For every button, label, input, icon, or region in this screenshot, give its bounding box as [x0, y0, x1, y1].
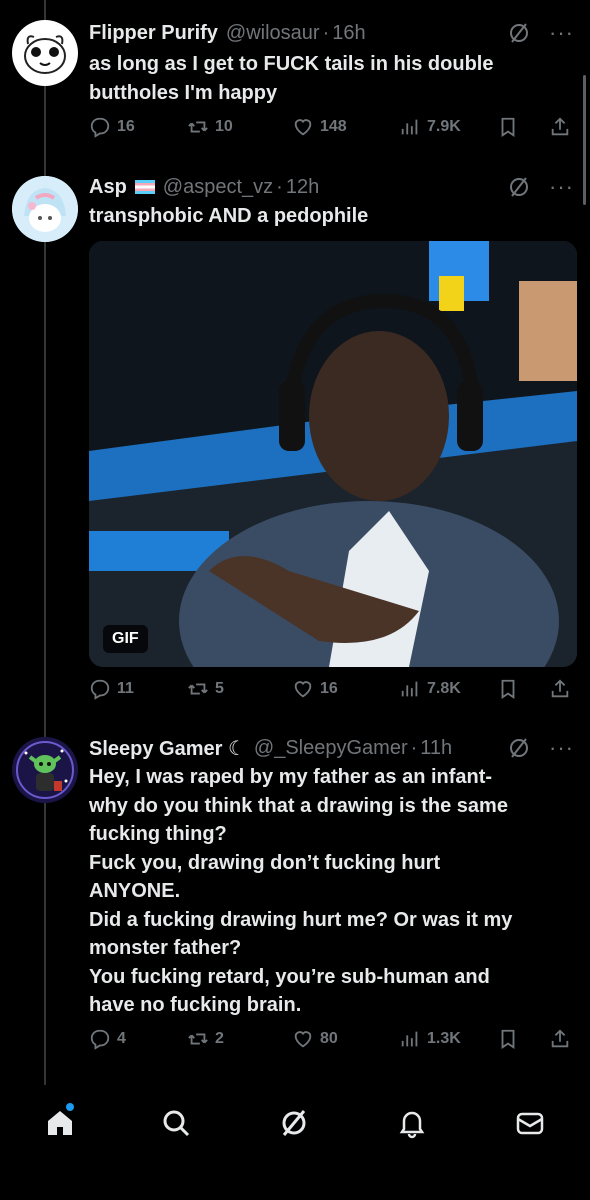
reply-icon	[90, 1029, 110, 1050]
tweet-text: Hey, I was raped by my father as an infa…	[89, 766, 513, 1016]
avatar[interactable]	[12, 737, 78, 803]
share-icon	[551, 117, 569, 136]
more-options-icon[interactable]: ···	[549, 174, 574, 200]
share-button[interactable]	[549, 1028, 577, 1050]
bookmark-button[interactable]	[497, 1028, 525, 1050]
separator: ·	[410, 736, 418, 759]
gif-image	[89, 241, 577, 667]
views-button[interactable]: 1.3K	[399, 1028, 461, 1050]
repost-button[interactable]: 2	[187, 1028, 224, 1050]
notification-dot	[66, 1103, 74, 1111]
tweet-header: Asp @aspect_vz · 12h ···	[89, 172, 574, 202]
handle[interactable]: @aspect_vz	[163, 176, 273, 199]
tweet-text: transphobic AND a pedophile	[89, 205, 369, 227]
nav-home[interactable]	[40, 1103, 80, 1143]
handle[interactable]: @_SleepyGamer	[254, 737, 408, 760]
tweet-text: as long as I get to FUCK tails in his do…	[89, 53, 494, 104]
like-icon	[294, 1031, 312, 1048]
grok-icon[interactable]	[507, 175, 531, 199]
grok-icon[interactable]	[507, 736, 531, 760]
like-icon	[294, 119, 312, 136]
reply-button[interactable]: 4	[89, 1028, 126, 1050]
grok-icon[interactable]	[507, 21, 531, 45]
views-icon	[401, 681, 418, 697]
tweet-actions: 4 2 80 1.3K	[89, 1028, 579, 1054]
like-button[interactable]: 16	[292, 678, 338, 700]
handle[interactable]: @wilosaur	[226, 22, 320, 45]
home-icon	[48, 1111, 72, 1135]
grok-icon	[282, 1110, 306, 1136]
search-icon	[163, 1110, 190, 1137]
display-name[interactable]: Flipper Purify	[89, 22, 218, 45]
views-icon	[401, 119, 418, 135]
bookmark-icon	[501, 679, 515, 699]
tweet-actions: 11 5 16 7.8K	[89, 678, 579, 704]
reply-button[interactable]: 11	[89, 678, 134, 700]
trans-flag-icon	[134, 180, 155, 194]
reply-button[interactable]: 16	[89, 116, 135, 138]
tweet-actions: 16 10 148 7.9K	[89, 116, 579, 142]
share-icon	[551, 679, 569, 698]
bookmark-icon	[501, 117, 515, 137]
nav-search[interactable]	[156, 1103, 196, 1143]
more-options-icon[interactable]: ···	[549, 20, 574, 46]
views-button[interactable]: 7.9K	[399, 116, 461, 138]
more-options-icon[interactable]: ···	[549, 735, 574, 761]
separator: ·	[322, 21, 330, 44]
share-button[interactable]	[549, 678, 577, 700]
notifications-icon	[399, 1111, 425, 1139]
nav-grok[interactable]	[274, 1103, 314, 1143]
tweet-header: Flipper Purify @wilosaur · 16h ···	[89, 18, 574, 48]
repost-button[interactable]: 5	[187, 678, 224, 700]
avatar[interactable]	[12, 176, 78, 242]
separator: ·	[276, 175, 283, 198]
like-button[interactable]: 148	[292, 116, 347, 138]
timestamp[interactable]: 11h	[420, 737, 452, 760]
share-button[interactable]	[549, 116, 577, 138]
timestamp[interactable]: 16h	[332, 22, 365, 45]
views-icon	[401, 1031, 418, 1047]
bottom-nav	[0, 1085, 590, 1200]
like-icon	[294, 681, 312, 698]
like-button[interactable]: 80	[292, 1028, 338, 1050]
gif-media[interactable]: GIF	[89, 241, 577, 667]
bookmark-button[interactable]	[497, 116, 525, 138]
repost-icon	[188, 683, 208, 695]
timestamp[interactable]: 12h	[286, 176, 319, 199]
repost-icon	[188, 1033, 208, 1045]
share-icon	[551, 1029, 569, 1048]
display-name[interactable]: Asp	[89, 176, 127, 199]
gif-badge: GIF	[103, 625, 148, 653]
display-name[interactable]: Sleepy Gamer ☾	[89, 736, 246, 761]
nav-messages[interactable]	[510, 1103, 550, 1143]
repost-icon	[188, 121, 208, 133]
views-button[interactable]: 7.8K	[399, 678, 461, 700]
bookmark-icon	[501, 1029, 515, 1049]
thread-line	[44, 0, 46, 1085]
repost-button[interactable]: 10	[187, 116, 233, 138]
scrollbar[interactable]	[583, 75, 586, 205]
reply-icon	[90, 117, 110, 138]
nav-notifications[interactable]	[392, 1103, 432, 1143]
reply-icon	[90, 679, 110, 700]
avatar[interactable]	[12, 20, 78, 86]
tweet-header: Sleepy Gamer ☾ @_SleepyGamer · 11h ···	[89, 733, 574, 763]
bookmark-button[interactable]	[497, 678, 525, 700]
messages-icon	[516, 1112, 544, 1135]
